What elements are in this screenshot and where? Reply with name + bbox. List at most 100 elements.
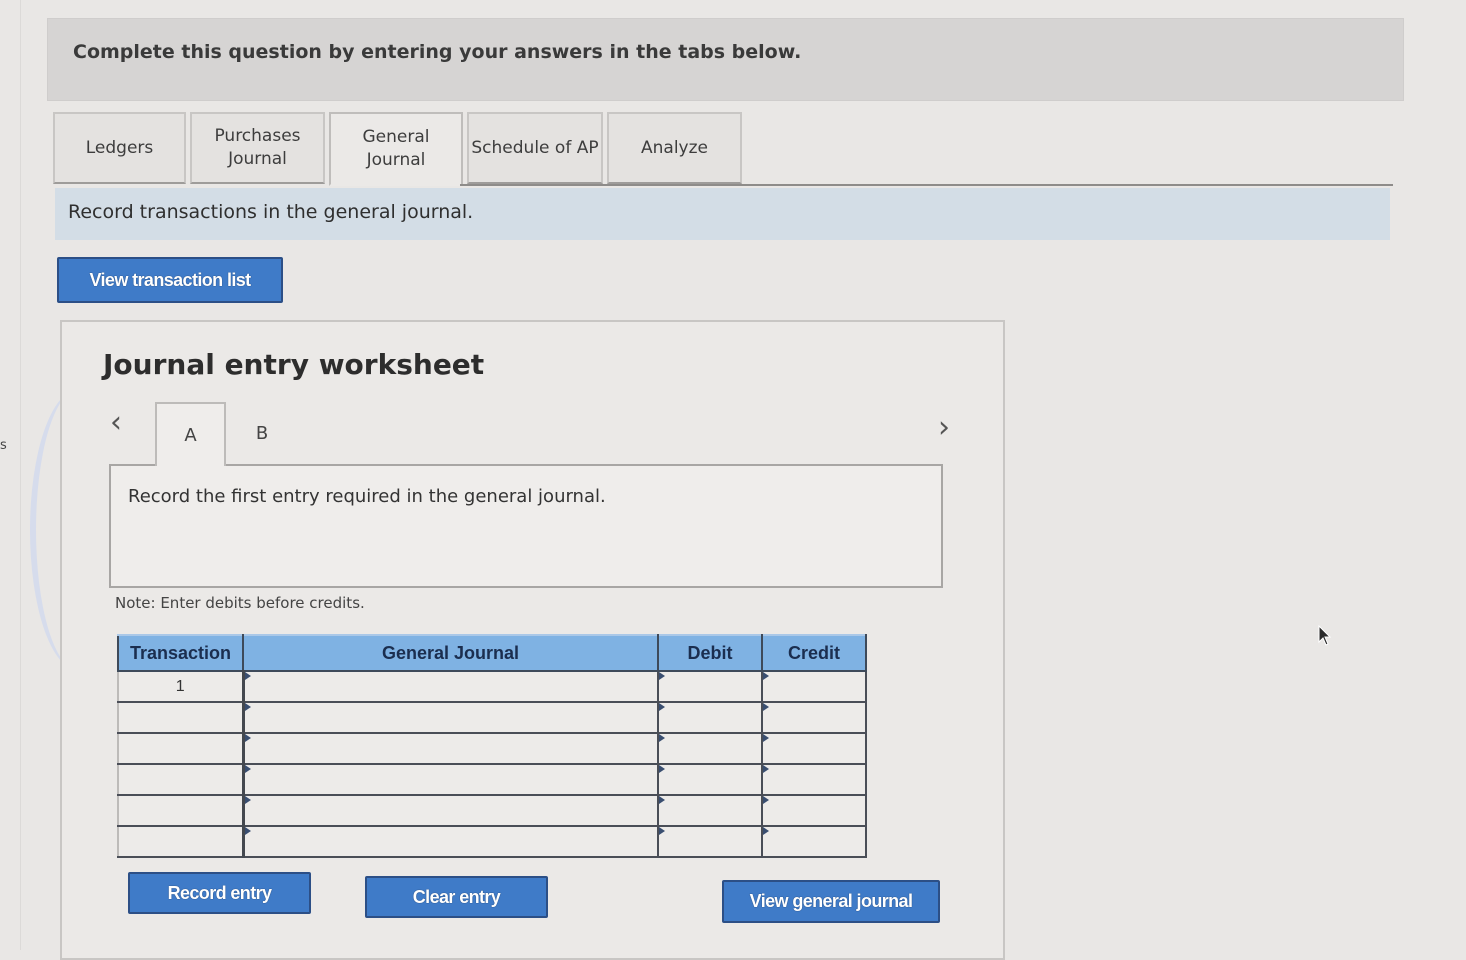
column-header-general-journal: General Journal (242, 634, 659, 672)
view-transaction-list-button[interactable]: View transaction list (57, 257, 283, 303)
debit-input[interactable] (659, 703, 761, 732)
entry-tab-label: B (255, 422, 269, 444)
transaction-cell (117, 763, 245, 796)
account-input[interactable] (244, 796, 657, 825)
account-cell[interactable] (242, 670, 659, 703)
mouse-pointer-icon (1318, 625, 1332, 646)
dropdown-marker-icon (763, 734, 769, 742)
tab-analyze[interactable]: Analyze (607, 112, 742, 184)
credit-input[interactable] (763, 796, 865, 825)
account-cell[interactable] (242, 825, 659, 858)
dropdown-marker-icon (244, 827, 251, 835)
instruction-text: Complete this question by entering your … (73, 41, 802, 63)
credit-cell[interactable] (761, 701, 867, 734)
tab-label: Ledgers (85, 137, 154, 158)
entry-tab-b[interactable]: B (227, 402, 297, 464)
clear-entry-button[interactable]: Clear entry (365, 876, 548, 918)
debit-input[interactable] (659, 796, 761, 825)
tab-label-line2: Journal (366, 150, 426, 170)
dropdown-marker-icon (659, 827, 665, 835)
left-panel-edge: s (0, 0, 21, 950)
transaction-cell: 1 (117, 670, 245, 703)
dropdown-marker-icon (659, 672, 665, 680)
dropdown-marker-icon (763, 703, 769, 711)
credit-input[interactable] (763, 765, 865, 794)
account-cell[interactable] (242, 794, 659, 827)
transaction-cell (117, 701, 245, 734)
journal-entry-table: Transaction General Journal Debit Credit… (117, 634, 867, 858)
tab-label-line1: General (362, 127, 430, 147)
view-general-journal-button[interactable]: View general journal (722, 880, 940, 923)
credit-cell[interactable] (761, 670, 867, 703)
dropdown-marker-icon (244, 703, 251, 711)
chevron-right-icon[interactable]: › (938, 413, 950, 443)
entry-instruction-text: Record the first entry required in the g… (128, 486, 606, 507)
transaction-cell (117, 732, 245, 765)
record-entry-button[interactable]: Record entry (128, 872, 311, 914)
account-input[interactable] (244, 827, 657, 856)
dropdown-marker-icon (763, 796, 769, 804)
debit-input[interactable] (659, 672, 761, 701)
dropdown-marker-icon (244, 796, 251, 804)
credit-input[interactable] (763, 734, 865, 763)
table-row (117, 794, 867, 827)
dropdown-marker-icon (659, 734, 665, 742)
account-input[interactable] (244, 734, 657, 763)
instruction-banner: Complete this question by entering your … (47, 18, 1404, 101)
credit-cell[interactable] (761, 732, 867, 765)
chevron-left-icon[interactable]: ‹ (110, 408, 122, 438)
column-header-transaction: Transaction (117, 634, 244, 672)
dropdown-marker-icon (244, 734, 251, 742)
column-header-credit: Credit (761, 634, 867, 672)
debit-cell[interactable] (657, 670, 763, 703)
tab-schedule-of-ap[interactable]: Schedule of AP (467, 112, 603, 184)
account-input[interactable] (244, 672, 657, 701)
entry-instruction-box: Record the first entry required in the g… (109, 464, 943, 588)
debit-cell[interactable] (657, 732, 763, 765)
credit-input[interactable] (763, 703, 865, 732)
transaction-cell (117, 825, 245, 858)
table-row (117, 763, 867, 796)
debit-cell[interactable] (657, 701, 763, 734)
tab-ledgers[interactable]: Ledgers (53, 112, 186, 184)
tab-label-line1: Purchases (214, 126, 301, 146)
account-input[interactable] (244, 765, 657, 794)
credit-cell[interactable] (761, 825, 867, 858)
tab-label: General Journal (363, 126, 430, 172)
debit-input[interactable] (659, 734, 761, 763)
debit-cell[interactable] (657, 825, 763, 858)
table-header-row: Transaction General Journal Debit Credit (117, 634, 867, 672)
question-tabs: Ledgers Purchases Journal General Journa… (53, 112, 742, 186)
tab-label: Purchases Journal (214, 125, 300, 171)
account-cell[interactable] (242, 701, 659, 734)
dropdown-marker-icon (244, 765, 251, 773)
tab-purchases-journal[interactable]: Purchases Journal (190, 112, 325, 184)
dropdown-marker-icon (244, 672, 251, 680)
entry-tab-label: A (184, 424, 197, 446)
table-row (117, 732, 867, 765)
account-input[interactable] (244, 703, 657, 732)
account-cell[interactable] (242, 732, 659, 765)
credit-cell[interactable] (761, 794, 867, 827)
debits-credits-note: Note: Enter debits before credits. (115, 594, 365, 612)
debit-input[interactable] (659, 827, 761, 856)
dropdown-marker-icon (659, 765, 665, 773)
table-row (117, 825, 867, 858)
dropdown-marker-icon (763, 765, 769, 773)
tab-label: Schedule of AP (471, 137, 599, 158)
tab-label: Analyze (641, 137, 708, 158)
credit-input[interactable] (763, 672, 865, 701)
credit-cell[interactable] (761, 763, 867, 796)
credit-input[interactable] (763, 827, 865, 856)
tab-general-journal[interactable]: General Journal (329, 112, 463, 186)
column-header-debit: Debit (657, 634, 763, 672)
dropdown-marker-icon (763, 827, 769, 835)
debit-cell[interactable] (657, 794, 763, 827)
dropdown-marker-icon (659, 796, 665, 804)
account-cell[interactable] (242, 763, 659, 796)
journal-entry-worksheet: Journal entry worksheet ‹ › A B Record t… (60, 320, 1005, 960)
debit-cell[interactable] (657, 763, 763, 796)
tab-instruction-text: Record transactions in the general journ… (68, 201, 474, 223)
debit-input[interactable] (659, 765, 761, 794)
entry-tab-a[interactable]: A (155, 402, 226, 466)
